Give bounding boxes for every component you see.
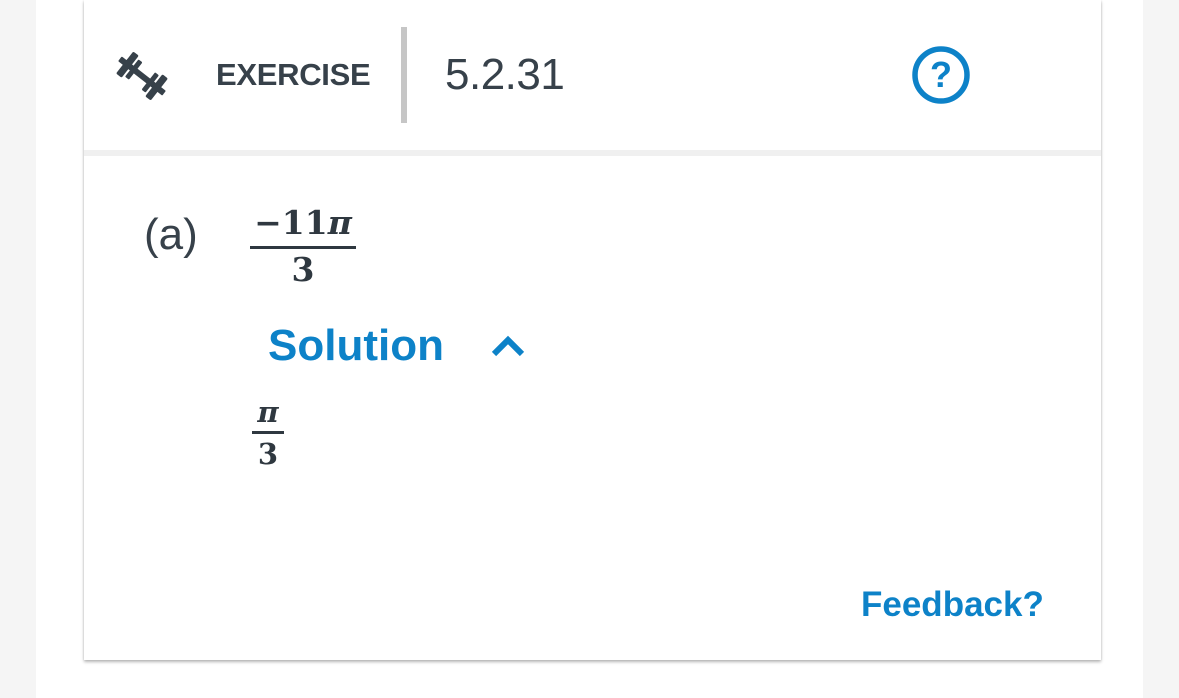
question-pi-symbol: π	[327, 203, 352, 242]
solution-toggle-button[interactable]: Solution	[268, 318, 532, 374]
dumbbell-icon	[110, 44, 174, 108]
question-numerator-prefix: −11	[254, 203, 328, 242]
exercise-number: 5.2.31	[445, 50, 565, 99]
section-divider	[84, 150, 1101, 156]
chevron-up-icon	[488, 332, 528, 358]
question-denominator: 3	[291, 250, 315, 289]
answer-fraction: π 3	[252, 395, 284, 474]
help-symbol: ?	[930, 54, 952, 95]
question-fraction: −11π 3	[250, 203, 356, 291]
part-label: (a)	[144, 210, 198, 259]
section-label: EXERCISE	[216, 57, 371, 92]
header-divider-bar	[401, 27, 407, 123]
question-numerator: −11π	[250, 203, 356, 243]
solution-label: Solution	[268, 321, 444, 370]
exercise-card: EXERCISE 5.2.31 ? (a) −11π 3 Solution π …	[84, 0, 1101, 660]
answer-numerator: π	[257, 395, 279, 429]
exercise-header: EXERCISE 5.2.31 ?	[84, 0, 1101, 150]
answer-denominator: 3	[257, 437, 279, 471]
help-icon[interactable]: ?	[910, 44, 972, 106]
feedback-link[interactable]: Feedback?	[861, 583, 1044, 627]
